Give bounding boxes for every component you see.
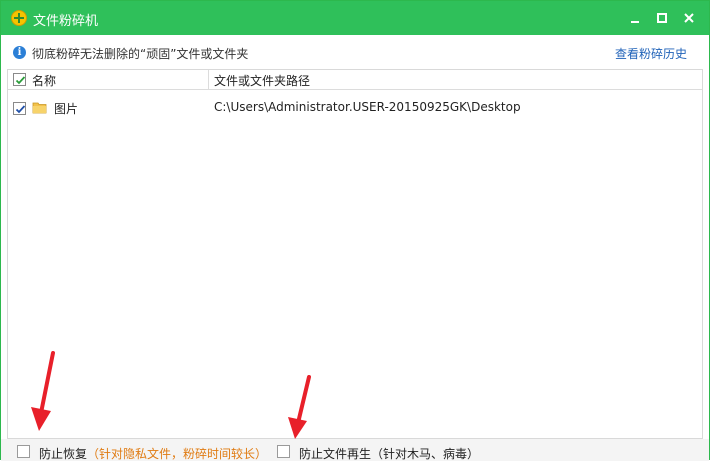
row-path: C:\Users\Administrator.USER-20150925GK\D… <box>214 100 521 114</box>
view-history-link[interactable]: 查看粉碎历史 <box>615 45 687 62</box>
row-checkbox[interactable] <box>13 102 26 115</box>
select-all-checkbox[interactable] <box>13 73 26 86</box>
prevent-recovery-checkbox[interactable] <box>17 445 30 458</box>
column-header-name[interactable]: 名称 <box>32 72 56 89</box>
options-bar: 防止恢复（针对隐私文件，粉碎时间较长） 防止文件再生（针对木马、病毒） <box>1 439 709 461</box>
table-row[interactable]: 图片 C:\Users\Administrator.USER-20150925G… <box>8 98 702 118</box>
info-bar: i 彻底粉碎无法删除的“顽固”文件或文件夹 查看粉碎历史 <box>1 35 709 69</box>
prevent-recovery-label: 防止恢复 <box>39 447 88 461</box>
info-text: 彻底粉碎无法删除的“顽固”文件或文件夹 <box>32 47 249 61</box>
info-icon: i <box>13 46 26 59</box>
prevent-recovery-hint: （针对隐私文件，粉碎时间较长） <box>87 447 268 461</box>
file-list: 名称 文件或文件夹路径 图片 C:\Users\Administrator.US… <box>7 69 703 439</box>
row-name: 图片 <box>54 102 79 116</box>
list-header: 名称 文件或文件夹路径 <box>8 70 702 90</box>
prevent-regeneration-label: 防止文件再生 <box>299 447 372 461</box>
window-title: 文件粉碎机 <box>33 14 99 29</box>
annotation-arrow <box>31 351 55 431</box>
folder-icon <box>32 101 47 114</box>
prevent-regeneration-option[interactable]: 防止文件再生（针对木马、病毒） <box>299 445 479 462</box>
column-divider[interactable] <box>208 70 209 89</box>
prevent-regeneration-hint: （针对木马、病毒） <box>371 447 480 461</box>
annotation-arrow <box>288 375 311 439</box>
file-shredder-window: 文件粉碎机 i 彻底粉碎无法删除的“顽固”文件或文件夹 查看粉碎历史 名称 文件… <box>0 0 710 461</box>
prevent-regeneration-checkbox[interactable] <box>277 445 290 458</box>
maximize-icon[interactable] <box>652 8 672 28</box>
close-icon[interactable] <box>679 8 699 28</box>
prevent-recovery-option[interactable]: 防止恢复（针对隐私文件，粉碎时间较长） <box>39 445 267 462</box>
app-logo-icon <box>11 10 27 26</box>
column-header-path[interactable]: 文件或文件夹路径 <box>214 72 310 89</box>
minimize-icon[interactable] <box>625 8 645 28</box>
title-bar[interactable]: 文件粉碎机 <box>1 1 709 35</box>
